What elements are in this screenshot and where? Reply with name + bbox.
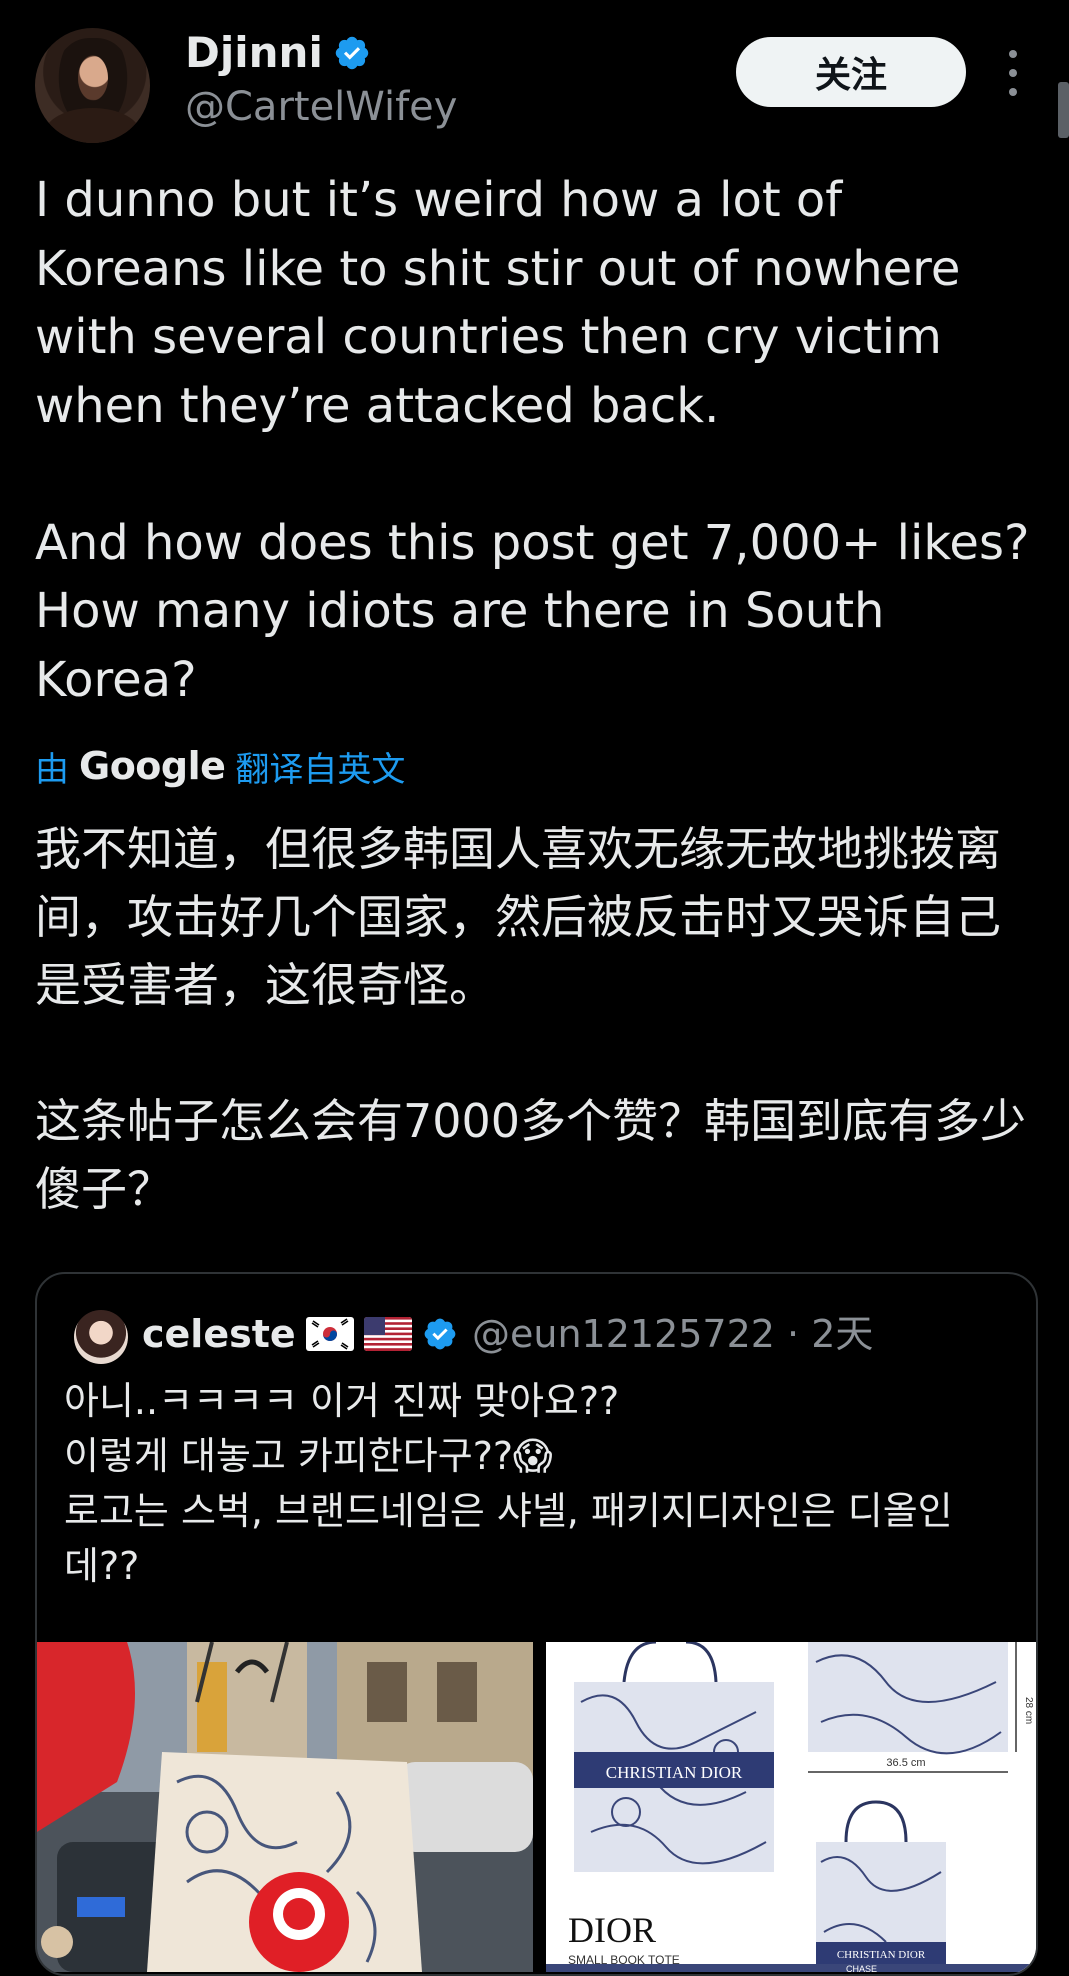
quoted-author-name-row[interactable]: celeste	[142, 1304, 458, 1364]
quoted-media-dior-tote[interactable]: CHRISTIAN DIOR 28 cm 36.5 cm CHRISTIAN D…	[546, 1642, 1036, 1972]
dimension-width: 36.5 cm	[886, 1757, 925, 1769]
street-bag-photo	[37, 1642, 533, 1972]
translation-prefix: 由	[35, 749, 69, 790]
dior-brand-text: DIOR	[568, 1910, 656, 1950]
usa-flag-icon	[363, 1317, 412, 1351]
author-name-row[interactable]: Djinni	[185, 28, 371, 78]
quoted-handle-and-time[interactable]: @eun12125722 · 2天	[472, 1304, 873, 1364]
south-korea-flag-icon	[305, 1317, 354, 1351]
translated-text: 我不知道，但很多韩国人喜欢无缘无故地挑拨离间，攻击好几个国家，然后被反击时又哭诉…	[35, 822, 1027, 1216]
follow-button[interactable]: 关注	[736, 37, 966, 107]
author-name[interactable]: Djinni	[185, 28, 323, 78]
more-options-icon[interactable]	[1005, 50, 1021, 96]
quoted-media-photo-bag[interactable]	[37, 1642, 533, 1972]
google-logo: Google	[79, 744, 226, 788]
verified-badge-icon	[335, 36, 369, 70]
bag-label-small: CHRISTIAN DIOR	[837, 1949, 926, 1961]
translation-attribution[interactable]: 由 Google 翻译自英文	[35, 740, 405, 792]
dimension-height: 28 cm	[1023, 1697, 1034, 1724]
quoted-tweet-card[interactable]: celeste @eun12125722 · 2天 아니..ㅋㅋㅋㅋ 이거 진짜…	[35, 1272, 1038, 1976]
scrollbar[interactable]	[1058, 82, 1069, 138]
tweet-text: I dunno but it’s weird how a lot of Kore…	[35, 172, 1030, 708]
dior-tote-product-image: CHRISTIAN DIOR 28 cm 36.5 cm CHRISTIAN D…	[546, 1642, 1036, 1972]
author-handle[interactable]: @CartelWifey	[185, 82, 457, 132]
quoted-tweet-text: 아니..ㅋㅋㅋㅋ 이거 진짜 맞아요?? 이렇게 대놓고 카피한다구??😱 로고…	[64, 1379, 953, 1588]
quoted-author-avatar[interactable]	[74, 1310, 128, 1364]
translation-suffix[interactable]: 翻译自英文	[235, 742, 405, 791]
bottom-label: CHASE	[846, 1964, 877, 1972]
bag-label: CHRISTIAN DIOR	[606, 1763, 743, 1782]
quoted-verified-badge-icon	[424, 1318, 456, 1350]
quoted-author-name[interactable]: celeste	[142, 1304, 296, 1364]
author-avatar[interactable]	[35, 28, 150, 143]
